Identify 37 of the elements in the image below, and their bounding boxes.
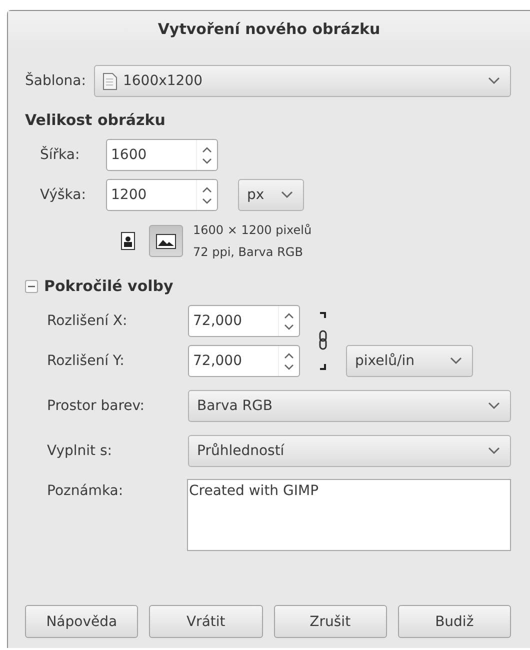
field-label: Rozlišení Y: bbox=[47, 353, 126, 369]
field-label: Prostor barev: bbox=[47, 398, 146, 414]
field-label: Rozlišení X: bbox=[47, 313, 128, 329]
resolution-x-spinbox[interactable]: 72,000 bbox=[188, 305, 300, 337]
landscape-page-icon bbox=[156, 234, 176, 248]
color-space-dropdown[interactable]: Barva RGB bbox=[188, 390, 511, 422]
field-label: Poznámka: bbox=[47, 483, 124, 499]
image-info-text: 72 ppi, Barva RGB bbox=[193, 244, 304, 261]
orientation-button[interactable] bbox=[149, 225, 183, 257]
unit-dropdown[interactable]: px bbox=[238, 179, 304, 211]
resolution-unit-dropdown[interactable]: pixelů/in bbox=[346, 345, 473, 377]
field-label: Výška: bbox=[40, 187, 87, 203]
dialog-button[interactable]: Budiž bbox=[398, 605, 511, 638]
expander-toggle[interactable] bbox=[25, 280, 38, 292]
dialog-button[interactable]: Zrušit bbox=[274, 605, 387, 638]
field-label: Šířka: bbox=[40, 147, 81, 163]
dialog-button[interactable]: Nápověda bbox=[25, 605, 138, 638]
image-info-text: 1600 × 1200 pixelů bbox=[193, 222, 312, 239]
chain-link-icon[interactable] bbox=[318, 309, 328, 373]
field-label: Šablona: bbox=[25, 73, 86, 89]
section-heading: Velikost obrázku bbox=[25, 111, 166, 129]
document-icon bbox=[102, 72, 117, 90]
template-dropdown[interactable]: 1600x1200 bbox=[94, 65, 511, 97]
caret-icon bbox=[488, 77, 500, 85]
portrait-page-icon bbox=[121, 232, 135, 250]
dialog-button[interactable]: Vrátit bbox=[149, 605, 262, 638]
width-spinbox[interactable]: 1600 bbox=[106, 139, 218, 171]
comment-field[interactable]: Created with GIMP bbox=[187, 479, 511, 551]
height-spinbox[interactable]: 1200 bbox=[106, 179, 218, 211]
caret-icon bbox=[488, 447, 500, 455]
field-label: Vyplnit s: bbox=[47, 443, 113, 459]
caret-icon bbox=[281, 191, 293, 199]
fill-dropdown[interactable]: Průhledností bbox=[188, 435, 511, 467]
resolution-y-spinbox[interactable]: 72,000 bbox=[188, 345, 300, 377]
caret-icon bbox=[488, 402, 500, 410]
section-heading: Pokročilé volby bbox=[44, 277, 174, 295]
caret-icon bbox=[450, 357, 462, 365]
